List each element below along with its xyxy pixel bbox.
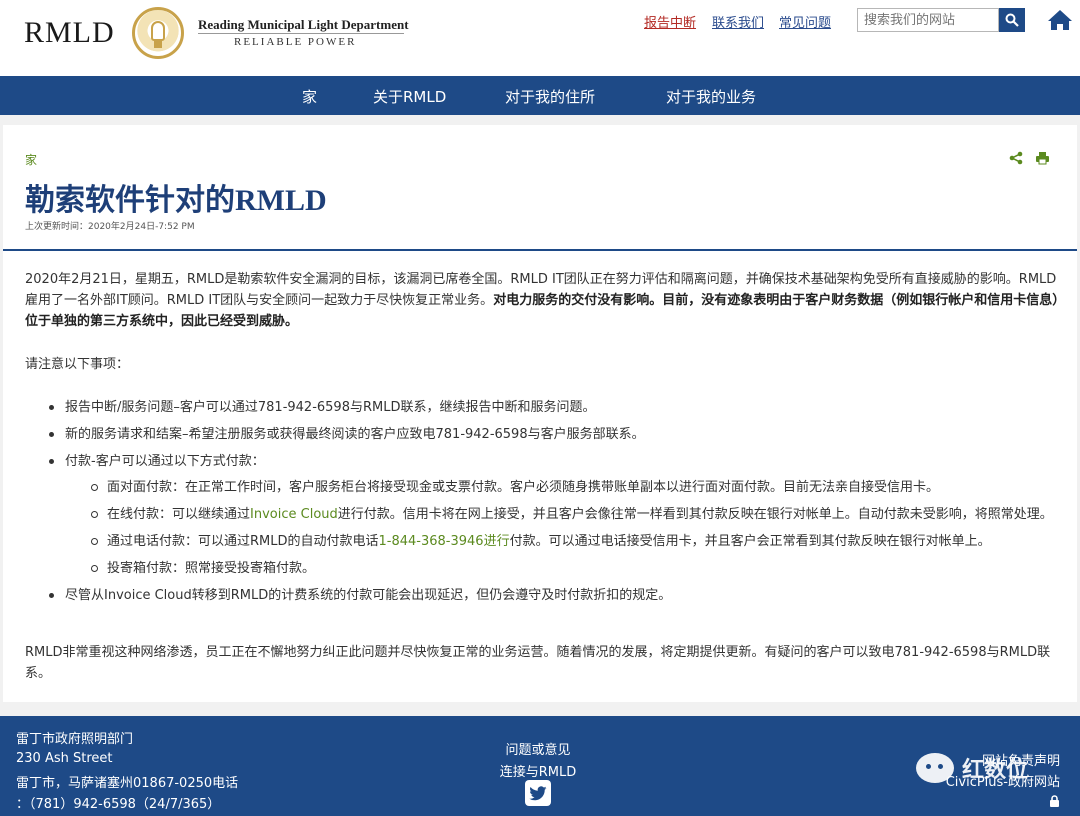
closing-paragraph: RMLD非常重视这种网络渗透，员工正在不懈地努力纠正此问题并尽快恢复正常的业务运… [25, 645, 1051, 681]
payment-phone-text-2: 付款。可以通过电话接受信用卡，并且客户会正常看到其付款反映在银行对帐单上。 [509, 534, 991, 549]
page-title: 勒索软件针对的RMLD [25, 184, 327, 217]
search-button[interactable] [999, 8, 1025, 32]
search-icon [1005, 13, 1019, 27]
contact-us-link[interactable]: 联系我们 [712, 12, 764, 31]
org-divider [198, 33, 404, 34]
footer-city: 雷丁市，马萨诸塞州01867-0250电话 [16, 776, 239, 791]
invoice-cloud-link[interactable]: Invoice Cloud [250, 507, 338, 522]
org-name: Reading Municipal Light Department [198, 17, 409, 32]
payment-methods-list: 面对面付款：在正常工作时间，客户服务柜台将接受现金或支票付款。客户必须随身携带账… [90, 477, 1057, 579]
footer-street: 230 Ash Street [16, 751, 113, 766]
connect-heading: 连接与RMLD [499, 765, 577, 780]
list-item: 投寄箱付款：照常接受投寄箱付款。 [90, 558, 1057, 579]
nav-item-residential[interactable]: 对于我的住所 [505, 86, 595, 107]
home-icon[interactable] [1046, 8, 1074, 32]
payment-online-text: 在线付款：可以继续通过 [107, 507, 251, 522]
list-item: 在线付款：可以继续通过Invoice Cloud进行付款。信用卡将在网上接受，并… [90, 504, 1057, 525]
main-nav: 家 关于RMLD 对于我的住所 对于我的业务 [0, 76, 1080, 115]
list-item: 面对面付款：在正常工作时间，客户服务柜台将接受现金或支票付款。客户必须随身携带账… [90, 477, 1057, 498]
org-tagline: RELIABLE POWER [234, 36, 357, 48]
last-updated: 上次更新时间：2020年2月24日-7:52 PM [25, 222, 195, 232]
nav-item-business[interactable]: 对于我的业务 [666, 86, 756, 107]
list-item: 通过电话付款：可以通过RMLD的自动付款电话1-844-368-3946进行付款… [90, 531, 1057, 552]
wechat-icon [916, 753, 954, 783]
twitter-button[interactable] [525, 780, 551, 806]
title-divider [3, 249, 1077, 251]
intro-paragraph: 2020年2月21日，星期五，RMLD是勒索软件安全漏洞的目标，该漏洞已席卷全国… [25, 269, 1060, 332]
payment-in-person: 面对面付款：在正常工作时间，客户服务柜台将接受现金或支票付款。客户必须随身携带账… [107, 480, 940, 495]
notice-heading: 请注意以下事项： [25, 357, 130, 372]
list-item: 付款-客户可以通过以下方式付款： 面对面付款：在正常工作时间，客户服务柜台将接受… [47, 451, 1057, 579]
bullet-outage: 报告中断/服务问题–客户可以通过781-942-6598与RMLD联系，继续报告… [65, 400, 596, 415]
search-input[interactable] [857, 8, 999, 32]
nav-item-about[interactable]: 关于RMLD [373, 86, 446, 107]
watermark: 红数位 [916, 748, 1056, 788]
content-card: 家 勒索软件针对的RMLD 上次更新时间：2020年2月24日-7:52 PM … [3, 125, 1077, 702]
list-item: 尽管从Invoice Cloud转移到RMLD的计费系统的付款可能会出现延迟，但… [47, 585, 1057, 606]
questions-link[interactable]: 问题或意见 [458, 739, 618, 758]
lock-icon[interactable] [1049, 795, 1060, 807]
site-logo[interactable]: RMLD [24, 16, 115, 50]
payment-dropbox: 投寄箱付款：照常接受投寄箱付款。 [107, 561, 316, 576]
list-item: 新的服务请求和结案–希望注册服务或获得最终阅读的客户应致电781-942-659… [47, 424, 1057, 445]
bullet-invoice-delay: 尽管从Invoice Cloud转移到RMLD的计费系统的付款可能会出现延迟，但… [65, 588, 672, 603]
notice-list: 报告中断/服务问题–客户可以通过781-942-6598与RMLD联系，继续报告… [47, 397, 1057, 612]
bullet-new-service: 新的服务请求和结案–希望注册服务或获得最终阅读的客户应致电781-942-659… [65, 427, 645, 442]
footer-org: 雷丁市政府照明部门 [16, 732, 134, 747]
share-icon[interactable] [1009, 151, 1023, 165]
payment-phone-text: 通过电话付款：可以通过RMLD的自动付款电话 [107, 534, 379, 549]
nav-item-home[interactable]: 家 [302, 86, 317, 107]
print-icon[interactable] [1035, 151, 1050, 165]
twitter-icon [529, 785, 547, 800]
site-footer: 雷丁市政府照明部门 230 Ash Street 雷丁市，马萨诸塞州01867-… [0, 716, 1080, 816]
payment-online-text-2: 进行付款。信用卡将在网上接受，并且客户会像往常一样看到其付款反映在银行对帐单上。… [337, 507, 1053, 522]
site-header: RMLD Reading Municipal Light Department … [0, 0, 1080, 76]
footer-phone: ：（781）942-6598（24/7/365） [16, 797, 221, 812]
faq-link[interactable]: 常见问题 [779, 12, 831, 31]
lightbulb-logo-icon [132, 7, 184, 59]
phone-payment-link[interactable]: 1-844-368-3946进行 [379, 534, 510, 549]
watermark-text: 红数位 [962, 758, 1029, 783]
breadcrumb[interactable]: 家 [25, 151, 37, 168]
report-outage-link[interactable]: 报告中断 [644, 12, 696, 31]
bullet-payments: 付款-客户可以通过以下方式付款： [65, 454, 265, 469]
list-item: 报告中断/服务问题–客户可以通过781-942-6598与RMLD联系，继续报告… [47, 397, 1057, 418]
